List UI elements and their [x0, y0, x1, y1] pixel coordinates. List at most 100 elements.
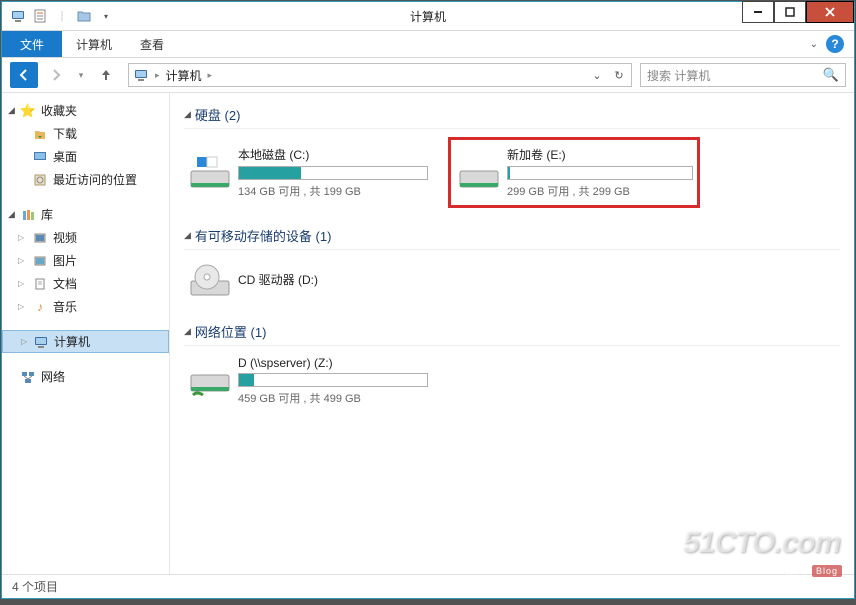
drive-usage-fill — [239, 374, 254, 386]
section-hdd-header[interactable]: ◢ 硬盘 (2) — [184, 101, 840, 129]
sidebar-item-desktop[interactable]: 桌面 — [2, 145, 169, 168]
section-network-header[interactable]: ◢ 网络位置 (1) — [184, 318, 840, 346]
folder-icon[interactable] — [76, 8, 92, 24]
window-title: 计算机 — [410, 8, 446, 25]
breadcrumb-chevron-icon[interactable]: ▸ — [155, 70, 160, 81]
drive-z[interactable]: D (\\spserver) (Z:) 459 GB 可用 , 共 499 GB — [184, 354, 430, 408]
search-placeholder: 搜索 计算机 — [647, 67, 710, 84]
drive-title: CD 驱动器 (D:) — [238, 271, 428, 288]
expand-arrow-icon[interactable]: ▷ — [18, 279, 32, 288]
breadcrumb-text[interactable]: 计算机 — [166, 67, 202, 84]
sidebar-libraries-header[interactable]: ◢ 库 — [2, 203, 169, 226]
section-network-label: 网络位置 (1) — [195, 322, 267, 341]
search-input[interactable]: 搜索 计算机 🔍 — [640, 63, 846, 87]
breadcrumb-computer-icon — [133, 67, 149, 83]
hdd-icon — [186, 152, 234, 194]
computer-icon — [33, 334, 49, 350]
nav-forward-button[interactable] — [42, 62, 70, 88]
sidebar-item-computer[interactable]: ▷ 计算机 — [2, 330, 169, 353]
section-removable: ◢ 有可移动存储的设备 (1) CD 驱动器 (D:) — [184, 222, 840, 304]
close-button[interactable] — [806, 1, 854, 23]
drive-title: 新加卷 (E:) — [507, 146, 693, 163]
sidebar-item-documents[interactable]: ▷ 文档 — [2, 272, 169, 295]
drive-d-cd[interactable]: CD 驱动器 (D:) — [184, 258, 430, 304]
sidebar-item-music[interactable]: ▷ ♪ 音乐 — [2, 295, 169, 318]
drive-usage-bar — [238, 166, 428, 180]
pictures-icon — [32, 253, 48, 269]
drive-e[interactable]: 新加卷 (E:) 299 GB 可用 , 共 299 GB — [448, 137, 700, 208]
collapse-arrow-icon[interactable]: ◢ — [8, 105, 20, 116]
ribbon: 文件 计算机 查看 ⌄ ? — [2, 31, 854, 58]
collapse-arrow-icon[interactable]: ◢ — [8, 209, 20, 220]
sidebar-computer-group: ▷ 计算机 — [2, 330, 169, 353]
section-hdd-label: 硬盘 (2) — [195, 105, 241, 124]
drive-info: 新加卷 (E:) 299 GB 可用 , 共 299 GB — [503, 146, 693, 199]
breadcrumb-dropdown-icon[interactable]: ⌄ — [587, 65, 607, 85]
drive-title: 本地磁盘 (C:) — [238, 146, 428, 163]
sidebar-computer-label: 计算机 — [54, 333, 90, 350]
sidebar-item-label: 下载 — [53, 125, 77, 142]
sidebar-libraries-label: 库 — [41, 206, 53, 223]
drive-c[interactable]: 本地磁盘 (C:) 134 GB 可用 , 共 199 GB — [184, 137, 430, 208]
navbar: ▾ ▸ 计算机 ▸ ⌄ ↻ 搜索 计算机 🔍 — [2, 58, 854, 92]
maximize-button[interactable] — [774, 1, 806, 23]
sidebar: ◢ ⭐ 收藏夹 下载 桌面 最近访问的位置 — [2, 93, 170, 574]
drive-info: 本地磁盘 (C:) 134 GB 可用 , 共 199 GB — [234, 146, 428, 199]
body: ◢ ⭐ 收藏夹 下载 桌面 最近访问的位置 — [2, 92, 854, 574]
properties-icon[interactable] — [32, 8, 48, 24]
content-pane: ◢ 硬盘 (2) 本地磁盘 (C:) 134 GB 可用 , 共 199 GB — [170, 93, 854, 574]
libraries-icon — [20, 207, 36, 223]
statusbar-text: 4 个项目 — [12, 578, 58, 595]
sidebar-item-network[interactable]: 网络 — [2, 365, 169, 388]
sidebar-item-videos[interactable]: ▷ 视频 — [2, 226, 169, 249]
drive-info: D (\\spserver) (Z:) 459 GB 可用 , 共 499 GB — [234, 356, 428, 406]
network-drives: D (\\spserver) (Z:) 459 GB 可用 , 共 499 GB — [184, 354, 840, 408]
ribbon-tab-view[interactable]: 查看 — [126, 31, 178, 57]
qat-divider: | — [54, 8, 70, 24]
help-icon[interactable]: ? — [826, 35, 844, 53]
collapse-arrow-icon[interactable]: ◢ — [184, 326, 191, 337]
drive-usage-bar — [238, 373, 428, 387]
video-icon — [32, 230, 48, 246]
sidebar-item-recent[interactable]: 最近访问的位置 — [2, 168, 169, 191]
cd-drive-icon — [186, 260, 234, 302]
qat-dropdown-icon[interactable]: ▾ — [98, 8, 114, 24]
nav-history-dropdown[interactable]: ▾ — [74, 62, 88, 88]
nav-back-button[interactable] — [10, 62, 38, 88]
expand-arrow-icon[interactable]: ▷ — [18, 256, 32, 265]
sidebar-item-label: 桌面 — [53, 148, 77, 165]
refresh-icon[interactable]: ↻ — [609, 65, 629, 85]
expand-arrow-icon[interactable]: ▷ — [18, 302, 32, 311]
sidebar-favorites-label: 收藏夹 — [41, 102, 77, 119]
drive-subtitle: 299 GB 可用 , 共 299 GB — [507, 183, 693, 199]
titlebar: | ▾ 计算机 — [2, 2, 854, 31]
section-hdd: ◢ 硬盘 (2) 本地磁盘 (C:) 134 GB 可用 , 共 199 GB — [184, 101, 840, 208]
desktop-icon — [32, 149, 48, 165]
section-removable-header[interactable]: ◢ 有可移动存储的设备 (1) — [184, 222, 840, 250]
ribbon-tab-computer[interactable]: 计算机 — [62, 31, 126, 57]
music-icon: ♪ — [32, 299, 48, 315]
expand-arrow-icon[interactable]: ▷ — [21, 337, 33, 346]
sidebar-item-label: 图片 — [53, 252, 77, 269]
sidebar-favorites-header[interactable]: ◢ ⭐ 收藏夹 — [2, 99, 169, 122]
recent-icon — [32, 172, 48, 188]
minimize-button[interactable] — [742, 1, 774, 23]
collapse-arrow-icon[interactable]: ◢ — [184, 230, 191, 241]
search-icon[interactable]: 🔍 — [823, 67, 839, 83]
removable-drives: CD 驱动器 (D:) — [184, 258, 840, 304]
breadcrumb-chevron-icon[interactable]: ▸ — [208, 70, 213, 81]
sidebar-item-label: 文档 — [53, 275, 77, 292]
ribbon-expand-icon[interactable]: ⌄ — [810, 39, 818, 50]
drive-subtitle: 134 GB 可用 , 共 199 GB — [238, 183, 428, 199]
breadcrumb[interactable]: ▸ 计算机 ▸ ⌄ ↻ — [128, 63, 632, 87]
collapse-arrow-icon[interactable]: ◢ — [184, 109, 191, 120]
sidebar-item-pictures[interactable]: ▷ 图片 — [2, 249, 169, 272]
sidebar-item-downloads[interactable]: 下载 — [2, 122, 169, 145]
downloads-icon — [32, 126, 48, 142]
nav-up-button[interactable] — [92, 62, 120, 88]
ribbon-file-tab[interactable]: 文件 — [2, 31, 62, 57]
drive-title: D (\\spserver) (Z:) — [238, 356, 428, 370]
expand-arrow-icon[interactable]: ▷ — [18, 233, 32, 242]
sidebar-item-label: 视频 — [53, 229, 77, 246]
sidebar-item-label: 音乐 — [53, 298, 77, 315]
